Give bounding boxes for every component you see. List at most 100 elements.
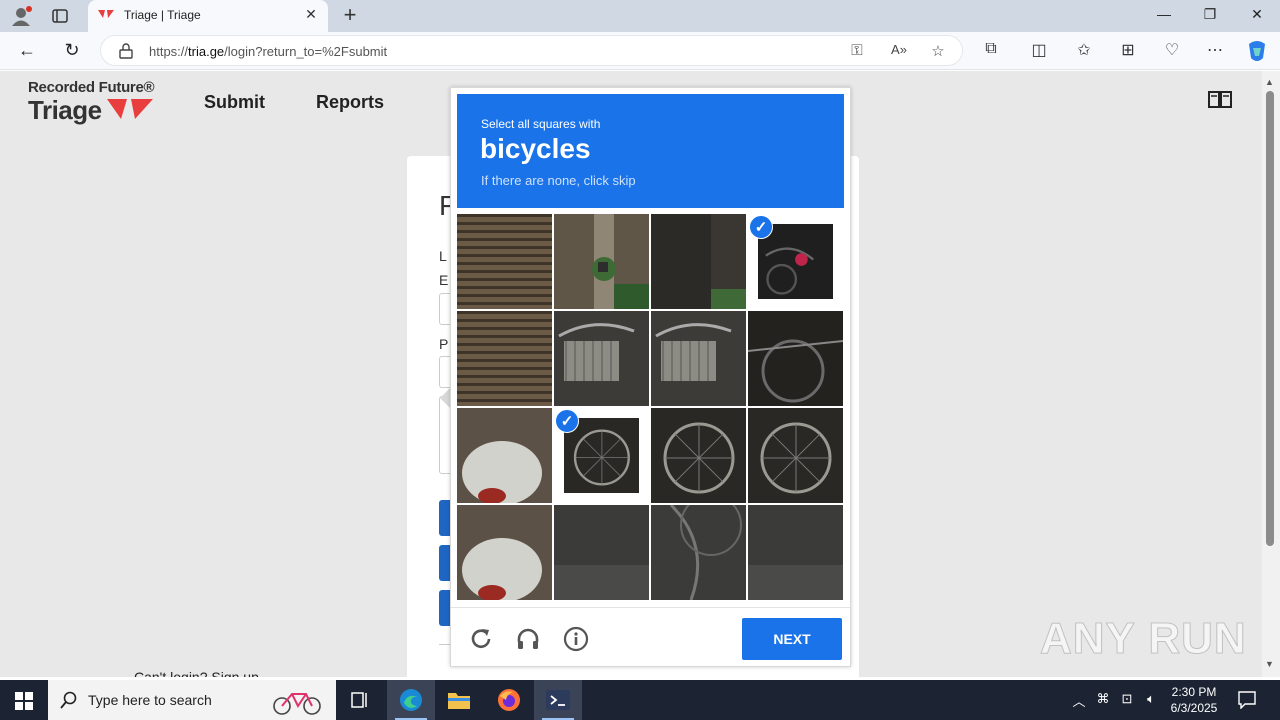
clock-time: 2:30 PM bbox=[1171, 685, 1217, 699]
new-tab-button[interactable]: + bbox=[340, 2, 360, 28]
tile-image bbox=[554, 311, 649, 406]
nav-reports-link[interactable]: Reports bbox=[316, 92, 384, 113]
close-window-button[interactable]: ✕ bbox=[1245, 6, 1269, 23]
password-label: P bbox=[439, 336, 449, 352]
url-bar[interactable]: https://tria.ge/login?return_to=%2Fsubmi… bbox=[100, 35, 963, 66]
taskbar-clock[interactable]: 2:30 PM 6/3/2025 bbox=[1164, 684, 1224, 716]
bicycle-doodle-icon bbox=[273, 693, 321, 715]
captcha-target-word: bicycles bbox=[480, 133, 591, 164]
captcha-header: Select all squares with bicycles If ther… bbox=[457, 94, 844, 208]
scroll-up-icon[interactable]: ▲ bbox=[1265, 77, 1274, 87]
taskbar-powershell[interactable] bbox=[534, 680, 582, 720]
search-icon bbox=[60, 691, 77, 709]
extensions-icon[interactable]: ⧉ bbox=[980, 40, 1002, 58]
password-key-icon[interactable]: ⚿ bbox=[847, 42, 867, 59]
read-aloud-icon[interactable]: A» bbox=[889, 42, 909, 57]
tile-image bbox=[651, 214, 746, 309]
captcha-tile-r1-c3[interactable] bbox=[748, 311, 843, 406]
scroll-down-icon[interactable]: ▼ bbox=[1265, 659, 1274, 669]
tile-image bbox=[748, 505, 843, 600]
tab-title: Triage | Triage bbox=[124, 8, 201, 22]
logo-product-text: Triage bbox=[28, 95, 102, 125]
browser-essentials-icon[interactable]: ♡ bbox=[1161, 40, 1183, 60]
captcha-image-grid: ✓ ✓ bbox=[457, 214, 844, 601]
restore-button[interactable]: ❐ bbox=[1198, 6, 1222, 23]
triage-logo-icon bbox=[107, 99, 153, 119]
next-button[interactable]: NEXT bbox=[742, 618, 842, 660]
device-icon[interactable]: ⌘ bbox=[1094, 691, 1112, 707]
tile-image bbox=[457, 505, 552, 600]
captcha-tile-r2-c0[interactable] bbox=[457, 408, 552, 503]
favorite-star-icon[interactable]: ☆ bbox=[928, 42, 948, 60]
login-footer-links[interactable]: Can't login? Sign up bbox=[134, 669, 259, 677]
tile-image bbox=[554, 214, 649, 309]
notifications-icon[interactable] bbox=[1238, 691, 1256, 709]
tile-image bbox=[554, 505, 649, 600]
favorites-icon[interactable]: ✩ bbox=[1073, 40, 1095, 60]
task-view-button[interactable] bbox=[336, 680, 384, 720]
captcha-tile-r1-c2[interactable] bbox=[651, 311, 746, 406]
windows-logo-icon[interactable] bbox=[15, 692, 33, 710]
captcha-tile-r0-c1[interactable] bbox=[554, 214, 649, 309]
email-label: E bbox=[439, 272, 449, 288]
logo-brand-text: Recorded Future® bbox=[28, 79, 155, 96]
captcha-tile-r3-c2[interactable] bbox=[651, 505, 746, 600]
captcha-tile-r0-c3[interactable]: ✓ bbox=[748, 214, 843, 309]
captcha-tile-r0-c0[interactable] bbox=[457, 214, 552, 309]
tile-image bbox=[651, 311, 746, 406]
captcha-tile-r3-c0[interactable] bbox=[457, 505, 552, 600]
lock-icon[interactable] bbox=[119, 43, 133, 59]
tab-actions-icon[interactable] bbox=[52, 8, 68, 24]
search-placeholder: Type here to search bbox=[88, 692, 212, 708]
refresh-button[interactable]: ↻ bbox=[61, 40, 83, 61]
taskbar-file-explorer[interactable] bbox=[435, 680, 483, 720]
reload-icon[interactable] bbox=[468, 626, 494, 652]
profile-icon[interactable] bbox=[10, 5, 32, 27]
volume-icon[interactable]: 🔈︎ bbox=[1142, 691, 1160, 707]
info-icon[interactable] bbox=[563, 626, 589, 652]
captcha-instruction: Select all squares with bbox=[481, 117, 601, 131]
tile-image bbox=[457, 408, 552, 503]
clock-date: 6/3/2025 bbox=[1170, 701, 1218, 715]
selected-check-icon: ✓ bbox=[749, 215, 773, 239]
back-button[interactable]: ← bbox=[16, 40, 38, 61]
more-menu-icon[interactable]: ⋯ bbox=[1204, 40, 1226, 60]
taskbar-edge[interactable] bbox=[387, 680, 435, 720]
captcha-tile-r1-c0[interactable] bbox=[457, 311, 552, 406]
start-button[interactable] bbox=[0, 680, 48, 720]
captcha-tile-r3-c3[interactable] bbox=[748, 505, 843, 600]
copilot-icon[interactable] bbox=[1245, 40, 1269, 62]
browser-tab-bar: Triage | Triage ✕ + — ❐ ✕ bbox=[0, 0, 1280, 32]
captcha-tile-r2-c1[interactable]: ✓ bbox=[554, 408, 649, 503]
login-label: L bbox=[439, 248, 447, 264]
captcha-subtext: If there are none, click skip bbox=[481, 173, 636, 188]
address-toolbar: ← ↻ https://tria.ge/login?return_to=%2Fs… bbox=[0, 32, 1280, 70]
captcha-tile-r1-c1[interactable] bbox=[554, 311, 649, 406]
tile-image bbox=[457, 214, 552, 309]
captcha-tile-r2-c3[interactable] bbox=[748, 408, 843, 503]
minimize-button[interactable]: — bbox=[1152, 6, 1176, 22]
tab-close-icon[interactable]: ✕ bbox=[302, 6, 320, 23]
captcha-tile-r3-c1[interactable] bbox=[554, 505, 649, 600]
taskbar-firefox[interactable] bbox=[485, 680, 533, 720]
tile-image bbox=[651, 408, 746, 503]
split-screen-icon[interactable]: ◫ bbox=[1028, 40, 1050, 60]
nav-submit-link[interactable]: Submit bbox=[204, 92, 265, 113]
scroll-thumb[interactable] bbox=[1266, 91, 1274, 546]
network-icon[interactable]: ⊡ bbox=[1118, 691, 1136, 707]
tile-image bbox=[748, 311, 843, 406]
windows-taskbar: Type here to search ︿ ⌘ ⊡ 🔈︎ 2:30 PM 6/3… bbox=[0, 680, 1280, 720]
task-view-icon bbox=[351, 692, 367, 708]
captcha-tile-r2-c2[interactable] bbox=[651, 408, 746, 503]
audio-headphones-icon[interactable] bbox=[515, 626, 541, 652]
anyrun-watermark: ANY RUN bbox=[1040, 614, 1247, 664]
folder-icon bbox=[448, 693, 470, 709]
docs-book-icon[interactable] bbox=[1208, 89, 1232, 109]
page-scrollbar[interactable]: ▲ ▼ bbox=[1262, 71, 1280, 677]
taskbar-search[interactable]: Type here to search bbox=[48, 680, 336, 720]
show-hidden-icons-icon[interactable]: ︿ bbox=[1070, 691, 1088, 710]
url-text[interactable]: https://tria.ge/login?return_to=%2Fsubmi… bbox=[149, 44, 387, 59]
captcha-tile-r0-c2[interactable] bbox=[651, 214, 746, 309]
collections-icon[interactable]: ⊞ bbox=[1117, 40, 1139, 60]
recaptcha-challenge: Select all squares with bicycles If ther… bbox=[450, 87, 851, 667]
